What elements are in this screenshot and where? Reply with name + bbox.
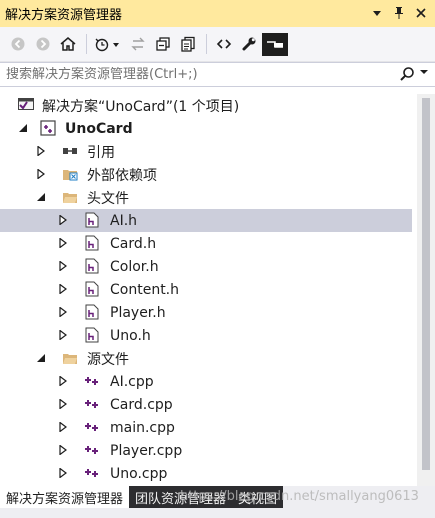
tree-item-label: main.cpp <box>110 419 175 436</box>
tree-item-label: Color.h <box>110 258 159 275</box>
window-position-dropdown-icon[interactable] <box>369 4 385 22</box>
solution-tree: 解决方案“UnoCard”(1 个项目) UnoCard 引用 外部依赖项 头文… <box>0 94 435 486</box>
toolbar-separator <box>206 34 207 54</box>
collapsed-arrow-icon[interactable] <box>58 468 68 478</box>
panel-title: 解决方案资源管理器 <box>5 8 123 23</box>
header-file-icon <box>84 235 100 251</box>
properties-wrench-icon[interactable] <box>237 33 260 56</box>
solution-icon <box>18 97 34 113</box>
tree-item-solution[interactable]: 解决方案“UnoCard”(1 个项目) <box>0 94 412 117</box>
preview-selected-items-icon[interactable] <box>262 32 288 56</box>
collapsed-arrow-icon[interactable] <box>58 445 68 455</box>
search-icon[interactable] <box>399 66 415 86</box>
tree-item-header-file[interactable]: Color.h <box>0 255 412 278</box>
cpp-project-icon <box>40 120 56 136</box>
tree-item-references[interactable]: 引用 <box>0 140 412 163</box>
collapsed-arrow-icon[interactable] <box>58 307 68 317</box>
collapsed-arrow-icon[interactable] <box>36 169 46 179</box>
tree-item-label: 解决方案“UnoCard”(1 个项目) <box>42 98 240 115</box>
tree-item-external-dependencies[interactable]: 外部依赖项 <box>0 163 412 186</box>
collapse-all-icon[interactable] <box>151 33 174 56</box>
expanded-arrow-icon[interactable] <box>36 353 46 363</box>
tree-item-header-file[interactable]: AI.h <box>0 209 412 232</box>
header-file-icon <box>84 212 100 228</box>
header-file-icon <box>84 258 100 274</box>
tab-solution-explorer[interactable]: 解决方案资源管理器 <box>0 486 130 508</box>
collapsed-arrow-icon[interactable] <box>58 399 68 409</box>
tree-item-header-file[interactable]: Card.h <box>0 232 412 255</box>
cpp-file-icon <box>84 396 100 412</box>
header-file-icon <box>84 327 100 343</box>
tree-item-label: 外部依赖项 <box>87 167 157 184</box>
tree-item-header-file[interactable]: Player.h <box>0 301 412 324</box>
scrollbar-thumb[interactable] <box>422 98 430 470</box>
back-icon[interactable] <box>6 33 29 56</box>
cpp-file-icon <box>84 442 100 458</box>
sync-with-active-document-icon[interactable] <box>126 33 149 56</box>
home-icon[interactable] <box>56 33 79 56</box>
tree-item-label: 头文件 <box>87 190 129 207</box>
collapsed-arrow-icon[interactable] <box>58 238 68 248</box>
collapsed-arrow-icon[interactable] <box>36 146 46 156</box>
toolbar-separator <box>86 34 87 54</box>
solution-explorer-toolbar <box>0 27 435 62</box>
tab-class-view[interactable]: 类视图 <box>232 486 284 508</box>
search-input[interactable] <box>6 67 386 82</box>
tree-item-label: 源文件 <box>87 351 129 368</box>
tree-item-source-file[interactable]: Player.cpp <box>0 439 412 462</box>
expanded-arrow-icon[interactable] <box>18 123 28 133</box>
pending-changes-filter-icon[interactable] <box>92 33 124 56</box>
tree-item-source-folder[interactable]: 源文件 <box>0 347 412 370</box>
code-view-icon[interactable] <box>212 33 235 56</box>
collapsed-arrow-icon[interactable] <box>58 422 68 432</box>
tree-item-project[interactable]: UnoCard <box>0 117 412 140</box>
tree-item-label: Player.h <box>110 304 166 321</box>
tree-item-header-file[interactable]: Uno.h <box>0 324 412 347</box>
tree-item-label: Card.cpp <box>110 396 173 413</box>
collapsed-arrow-icon[interactable] <box>58 215 68 225</box>
forward-icon[interactable] <box>31 33 54 56</box>
cpp-file-icon <box>84 373 100 389</box>
tree-item-label: Card.h <box>110 235 157 252</box>
tree-item-source-file[interactable]: Card.cpp <box>0 393 412 416</box>
pin-icon[interactable] <box>391 4 407 22</box>
bottom-tab-strip: 解决方案资源管理器 团队资源管理器 类视图 <box>0 486 435 518</box>
tab-team-explorer[interactable]: 团队资源管理器 <box>129 486 233 508</box>
panel-title-bar: 解决方案资源管理器 <box>0 0 435 27</box>
tree-item-label: Uno.h <box>110 327 151 344</box>
tree-item-label: AI.cpp <box>110 373 154 390</box>
collapsed-arrow-icon[interactable] <box>58 330 68 340</box>
tree-item-label: Content.h <box>110 281 180 298</box>
tree-item-source-file[interactable]: AI.cpp <box>0 370 412 393</box>
tree-item-header-file[interactable]: Content.h <box>0 278 412 301</box>
header-file-icon <box>84 304 100 320</box>
tree-item-label: 引用 <box>87 144 115 161</box>
tree-item-source-file[interactable]: main.cpp <box>0 416 412 439</box>
collapsed-arrow-icon[interactable] <box>58 376 68 386</box>
header-file-icon <box>84 281 100 297</box>
external-dependencies-folder-icon <box>62 166 78 182</box>
tree-item-label: UnoCard <box>65 120 133 137</box>
tree-item-label: Uno.cpp <box>110 465 168 482</box>
vertical-scrollbar[interactable] <box>417 94 435 486</box>
collapsed-arrow-icon[interactable] <box>58 284 68 294</box>
tree-item-label: Player.cpp <box>110 442 183 459</box>
expanded-arrow-icon[interactable] <box>36 192 46 202</box>
filter-folder-icon <box>62 350 78 366</box>
filter-folder-icon <box>62 189 78 205</box>
cpp-file-icon <box>84 419 100 435</box>
search-box[interactable] <box>0 62 435 87</box>
tree-item-source-file[interactable]: Uno.cpp <box>0 462 412 485</box>
collapsed-arrow-icon[interactable] <box>58 261 68 271</box>
tree-item-header-folder[interactable]: 头文件 <box>0 186 412 209</box>
references-icon <box>62 143 78 159</box>
show-all-files-icon[interactable] <box>176 33 199 56</box>
close-icon[interactable] <box>413 4 429 22</box>
search-options-dropdown-icon[interactable] <box>420 68 428 77</box>
tree-item-label: AI.h <box>110 212 138 229</box>
cpp-file-icon <box>84 465 100 481</box>
